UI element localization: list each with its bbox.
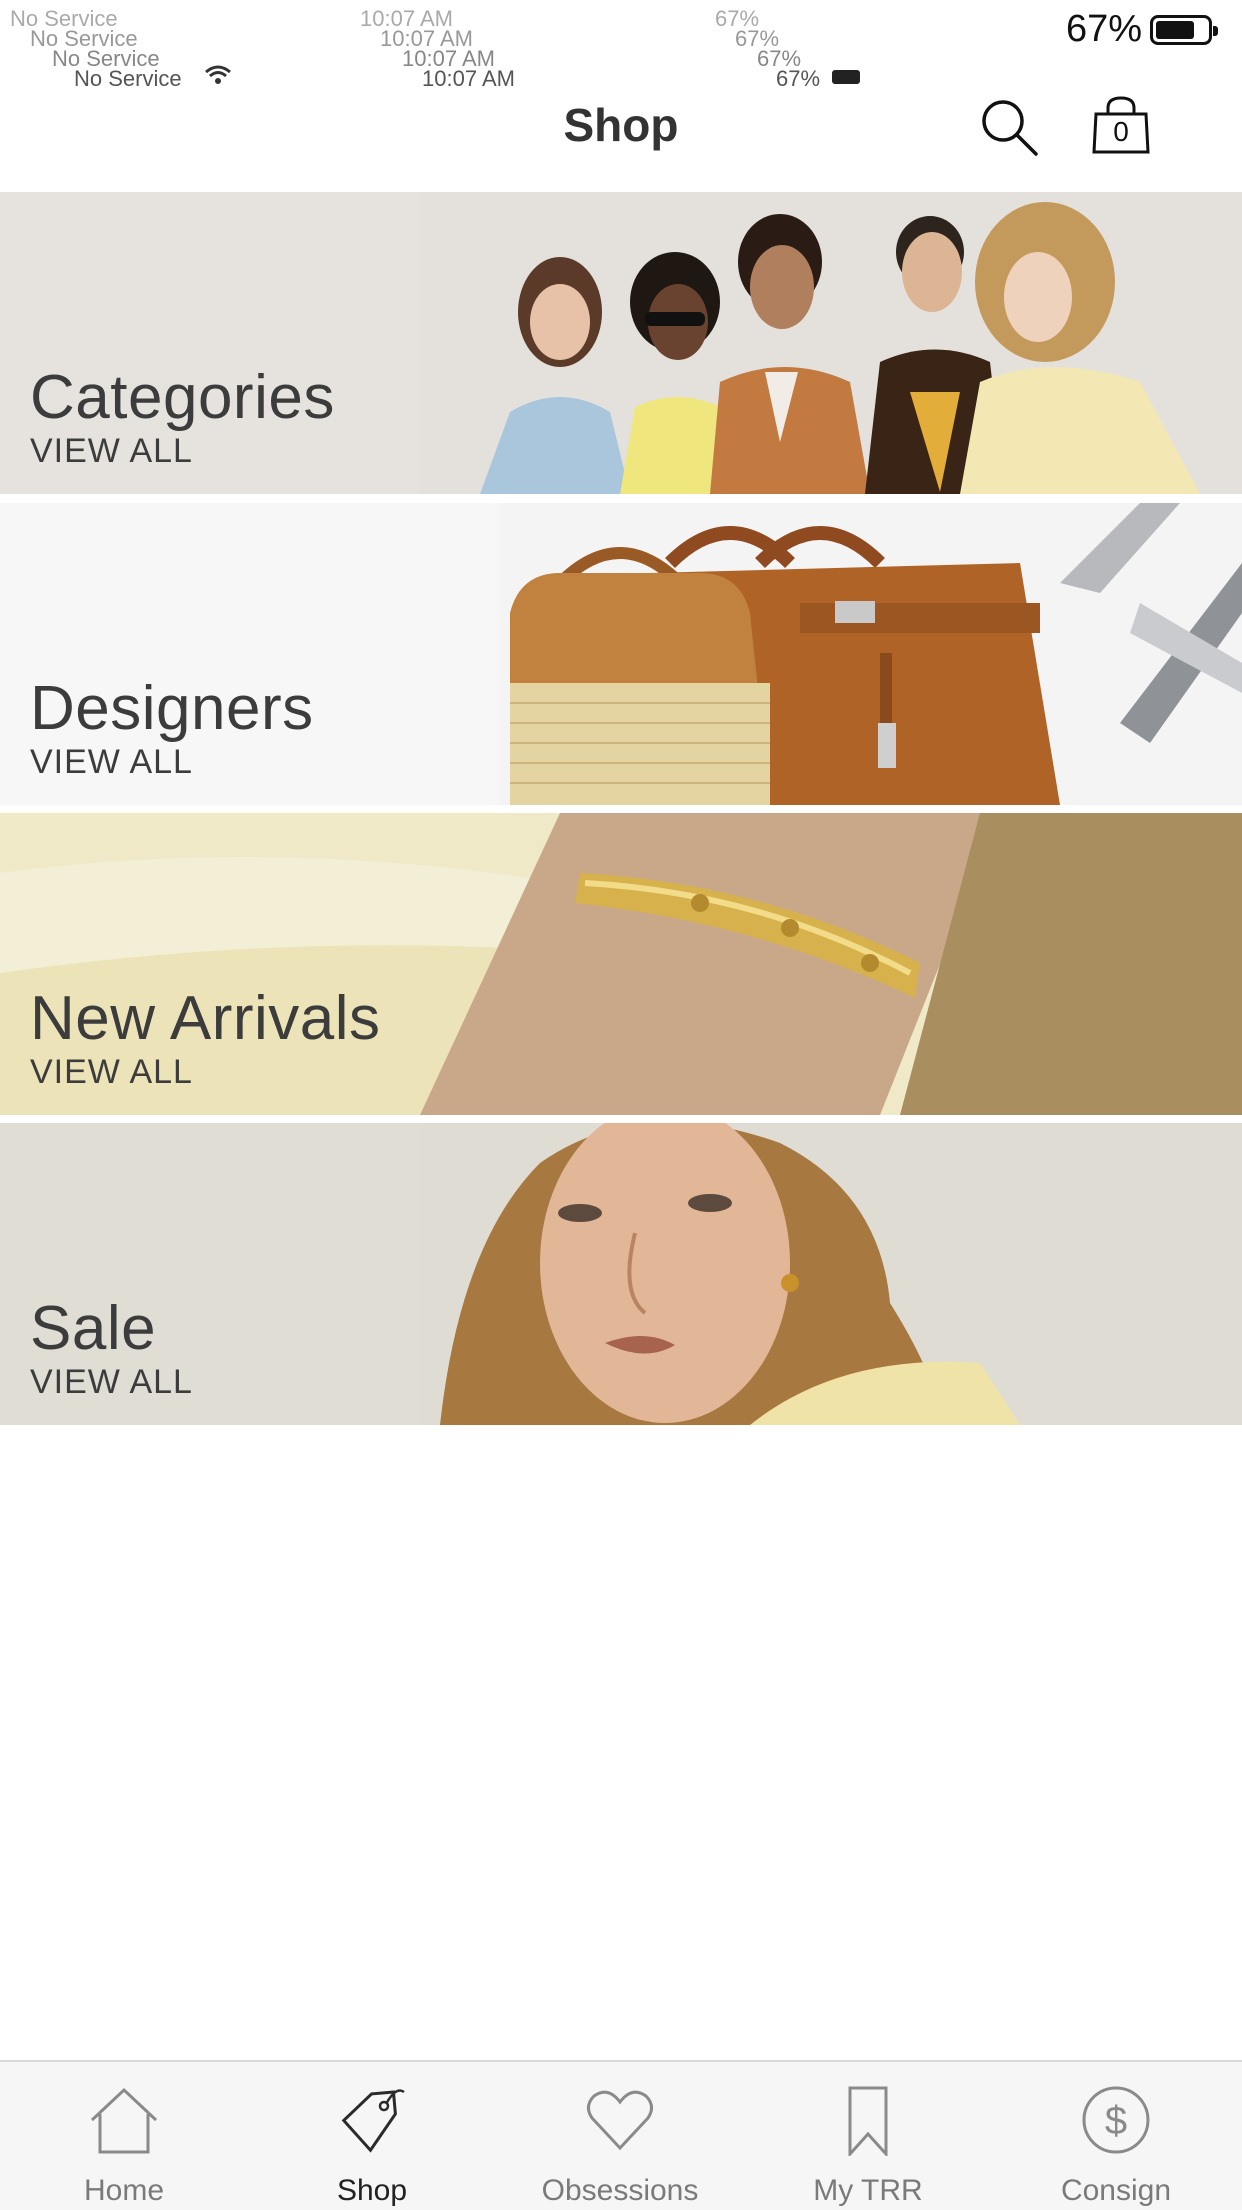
people-photo bbox=[420, 192, 1242, 494]
tab-label: My TRR bbox=[813, 2174, 923, 2207]
portrait-photo bbox=[420, 1123, 1242, 1425]
banner-title: Designers bbox=[30, 674, 314, 743]
tab-shop[interactable]: Shop bbox=[248, 2062, 496, 2210]
banner-title: Sale bbox=[30, 1294, 157, 1363]
view-all-link[interactable]: VIEW ALL bbox=[30, 1363, 193, 1402]
tab-label: Shop bbox=[336, 2174, 408, 2207]
bookmark-icon bbox=[848, 2086, 888, 2156]
svg-text:$: $ bbox=[1105, 2099, 1127, 2143]
view-all-link[interactable]: VIEW ALL bbox=[30, 432, 193, 471]
home-icon bbox=[90, 2087, 158, 2154]
tab-label: Obsessions bbox=[541, 2174, 699, 2207]
banner-new-arrivals[interactable]: New Arrivals VIEW ALL bbox=[0, 813, 1242, 1115]
shopping-bag-button[interactable]: 0 bbox=[1090, 94, 1152, 156]
tab-home[interactable]: Home bbox=[0, 2062, 248, 2210]
tab-label: Consign bbox=[1060, 2174, 1172, 2207]
page-title: Shop bbox=[563, 99, 679, 151]
tag-icon bbox=[341, 2089, 405, 2153]
tab-bar: Home Shop Obsessions My TRR $ Consign bbox=[0, 2060, 1242, 2210]
banner-title: New Arrivals bbox=[30, 984, 381, 1053]
view-all-link[interactable]: VIEW ALL bbox=[30, 1053, 193, 1092]
banner-title: Categories bbox=[30, 363, 335, 432]
tab-my-trr[interactable]: My TRR bbox=[744, 2062, 992, 2210]
search-icon bbox=[982, 100, 1038, 156]
bag-count: 0 bbox=[1113, 116, 1129, 147]
banner-categories[interactable]: Categories VIEW ALL bbox=[0, 192, 1242, 494]
nav-header: Shop 0 bbox=[0, 0, 1242, 192]
handbags-photo bbox=[500, 503, 1242, 805]
tab-obsessions[interactable]: Obsessions bbox=[496, 2062, 744, 2210]
heart-icon bbox=[587, 2090, 653, 2151]
banner-sale[interactable]: Sale VIEW ALL bbox=[0, 1123, 1242, 1425]
search-button[interactable] bbox=[978, 96, 1040, 158]
view-all-link[interactable]: VIEW ALL bbox=[30, 743, 193, 782]
tab-label: Home bbox=[83, 2174, 165, 2207]
tab-consign[interactable]: $ Consign bbox=[992, 2062, 1240, 2210]
banner-designers[interactable]: Designers VIEW ALL bbox=[0, 503, 1242, 805]
dollar-circle-icon: $ bbox=[1082, 2086, 1150, 2154]
